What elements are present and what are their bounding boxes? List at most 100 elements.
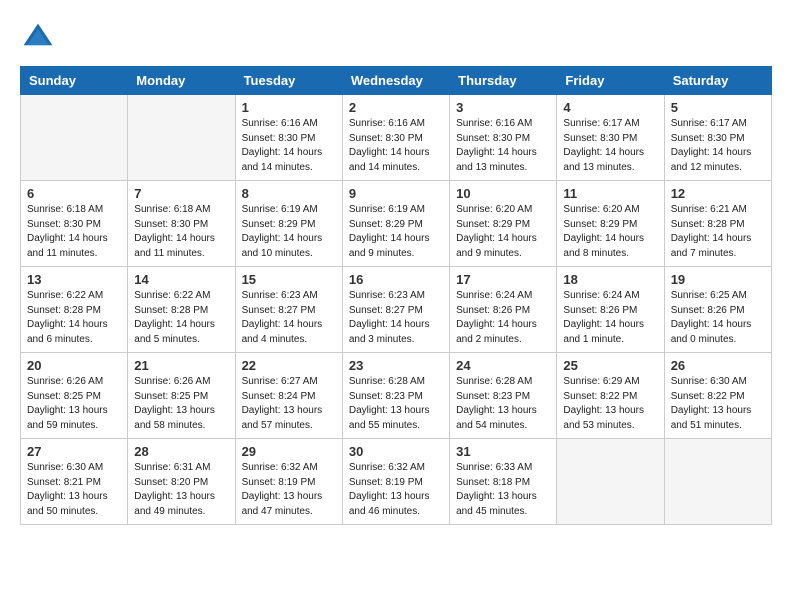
day-cell: 1 Sunrise: 6:16 AM Sunset: 8:30 PM Daylig… bbox=[235, 95, 342, 181]
day-info: Sunrise: 6:18 AM Sunset: 8:30 PM Dayligh… bbox=[27, 203, 121, 261]
week-row-3: 13 Sunrise: 6:22 AM Sunset: 8:28 PM Dayli… bbox=[21, 267, 772, 353]
logo bbox=[20, 20, 60, 56]
day-number: 10 bbox=[456, 186, 550, 201]
day-cell: 7 Sunrise: 6:18 AM Sunset: 8:30 PM Daylig… bbox=[128, 181, 235, 267]
weekday-friday: Friday bbox=[557, 67, 664, 95]
day-cell: 27Sunrise: 6:30 AM Sunset: 8:21 PM Dayli… bbox=[21, 439, 128, 525]
page-header bbox=[20, 20, 772, 56]
day-cell bbox=[128, 95, 235, 181]
day-number: 2 bbox=[349, 100, 443, 115]
day-cell: 30 Sunrise: 6:32 AM Sunset: 8:19 PM Dayli… bbox=[342, 439, 449, 525]
day-info: Sunrise: 6:30 AM Sunset: 8:22 PM Dayligh… bbox=[671, 375, 765, 433]
day-number: 21 bbox=[134, 358, 228, 373]
day-info: Sunrise: 6:32 AM Sunset: 8:19 PM Dayligh… bbox=[242, 461, 336, 519]
day-number: 22 bbox=[242, 358, 336, 373]
day-number: 11 bbox=[563, 186, 657, 201]
day-cell: 26Sunrise: 6:30 AM Sunset: 8:22 PM Dayli… bbox=[664, 353, 771, 439]
day-info: Sunrise: 6:32 AM Sunset: 8:19 PM Dayligh… bbox=[349, 461, 443, 519]
day-cell: 31 Sunrise: 6:33 AM Sunset: 8:18 PM Dayli… bbox=[450, 439, 557, 525]
day-cell: 22 Sunrise: 6:27 AM Sunset: 8:24 PM Dayli… bbox=[235, 353, 342, 439]
day-info: Sunrise: 6:20 AM Sunset: 8:29 PM Dayligh… bbox=[563, 203, 657, 261]
day-number: 31 bbox=[456, 444, 550, 459]
week-row-2: 6 Sunrise: 6:18 AM Sunset: 8:30 PM Daylig… bbox=[21, 181, 772, 267]
day-info: Sunrise: 6:16 AM Sunset: 8:30 PM Dayligh… bbox=[349, 117, 443, 175]
day-cell: 3Sunrise: 6:16 AM Sunset: 8:30 PM Daylig… bbox=[450, 95, 557, 181]
day-info: Sunrise: 6:28 AM Sunset: 8:23 PM Dayligh… bbox=[456, 375, 550, 433]
day-cell: 5 Sunrise: 6:17 AM Sunset: 8:30 PM Daylig… bbox=[664, 95, 771, 181]
day-info: Sunrise: 6:21 AM Sunset: 8:28 PM Dayligh… bbox=[671, 203, 765, 261]
day-info: Sunrise: 6:22 AM Sunset: 8:28 PM Dayligh… bbox=[134, 289, 228, 347]
weekday-sunday: Sunday bbox=[21, 67, 128, 95]
weekday-wednesday: Wednesday bbox=[342, 67, 449, 95]
calendar: SundayMondayTuesdayWednesdayThursdayFrid… bbox=[20, 66, 772, 525]
day-cell: 24 Sunrise: 6:28 AM Sunset: 8:23 PM Dayli… bbox=[450, 353, 557, 439]
day-cell: 10 Sunrise: 6:20 AM Sunset: 8:29 PM Dayli… bbox=[450, 181, 557, 267]
day-info: Sunrise: 6:28 AM Sunset: 8:23 PM Dayligh… bbox=[349, 375, 443, 433]
day-info: Sunrise: 6:17 AM Sunset: 8:30 PM Dayligh… bbox=[563, 117, 657, 175]
day-cell: 19 Sunrise: 6:25 AM Sunset: 8:26 PM Dayli… bbox=[664, 267, 771, 353]
day-info: Sunrise: 6:22 AM Sunset: 8:28 PM Dayligh… bbox=[27, 289, 121, 347]
day-cell: 16Sunrise: 6:23 AM Sunset: 8:27 PM Dayli… bbox=[342, 267, 449, 353]
day-number: 5 bbox=[671, 100, 765, 115]
day-cell: 18 Sunrise: 6:24 AM Sunset: 8:26 PM Dayli… bbox=[557, 267, 664, 353]
day-number: 1 bbox=[242, 100, 336, 115]
day-number: 29 bbox=[242, 444, 336, 459]
day-info: Sunrise: 6:24 AM Sunset: 8:26 PM Dayligh… bbox=[456, 289, 550, 347]
day-cell: 6 Sunrise: 6:18 AM Sunset: 8:30 PM Daylig… bbox=[21, 181, 128, 267]
day-number: 24 bbox=[456, 358, 550, 373]
day-number: 16 bbox=[349, 272, 443, 287]
day-info: Sunrise: 6:25 AM Sunset: 8:26 PM Dayligh… bbox=[671, 289, 765, 347]
week-row-4: 20 Sunrise: 6:26 AM Sunset: 8:25 PM Dayli… bbox=[21, 353, 772, 439]
day-info: Sunrise: 6:24 AM Sunset: 8:26 PM Dayligh… bbox=[563, 289, 657, 347]
day-cell: 23 Sunrise: 6:28 AM Sunset: 8:23 PM Dayli… bbox=[342, 353, 449, 439]
day-number: 30 bbox=[349, 444, 443, 459]
day-cell: 20Sunrise: 6:26 AM Sunset: 8:25 PM Dayli… bbox=[21, 353, 128, 439]
day-number: 13 bbox=[27, 272, 121, 287]
day-number: 17 bbox=[456, 272, 550, 287]
day-cell: 13 Sunrise: 6:22 AM Sunset: 8:28 PM Dayli… bbox=[21, 267, 128, 353]
weekday-header-row: SundayMondayTuesdayWednesdayThursdayFrid… bbox=[21, 67, 772, 95]
day-number: 28 bbox=[134, 444, 228, 459]
weekday-saturday: Saturday bbox=[664, 67, 771, 95]
day-number: 18 bbox=[563, 272, 657, 287]
day-cell: 21 Sunrise: 6:26 AM Sunset: 8:25 PM Dayli… bbox=[128, 353, 235, 439]
day-info: Sunrise: 6:26 AM Sunset: 8:25 PM Dayligh… bbox=[134, 375, 228, 433]
weekday-tuesday: Tuesday bbox=[235, 67, 342, 95]
day-cell: 8Sunrise: 6:19 AM Sunset: 8:29 PM Daylig… bbox=[235, 181, 342, 267]
day-number: 15 bbox=[242, 272, 336, 287]
day-cell: 28 Sunrise: 6:31 AM Sunset: 8:20 PM Dayli… bbox=[128, 439, 235, 525]
day-number: 23 bbox=[349, 358, 443, 373]
day-info: Sunrise: 6:16 AM Sunset: 8:30 PM Dayligh… bbox=[456, 117, 550, 175]
day-info: Sunrise: 6:18 AM Sunset: 8:30 PM Dayligh… bbox=[134, 203, 228, 261]
weekday-monday: Monday bbox=[128, 67, 235, 95]
day-number: 9 bbox=[349, 186, 443, 201]
day-number: 19 bbox=[671, 272, 765, 287]
day-cell: 9 Sunrise: 6:19 AM Sunset: 8:29 PM Daylig… bbox=[342, 181, 449, 267]
weekday-thursday: Thursday bbox=[450, 67, 557, 95]
day-info: Sunrise: 6:30 AM Sunset: 8:21 PM Dayligh… bbox=[27, 461, 121, 519]
day-number: 6 bbox=[27, 186, 121, 201]
day-info: Sunrise: 6:33 AM Sunset: 8:18 PM Dayligh… bbox=[456, 461, 550, 519]
day-number: 8 bbox=[242, 186, 336, 201]
day-cell bbox=[557, 439, 664, 525]
day-info: Sunrise: 6:16 AM Sunset: 8:30 PM Dayligh… bbox=[242, 117, 336, 175]
day-info: Sunrise: 6:17 AM Sunset: 8:30 PM Dayligh… bbox=[671, 117, 765, 175]
day-cell: 15Sunrise: 6:23 AM Sunset: 8:27 PM Dayli… bbox=[235, 267, 342, 353]
day-info: Sunrise: 6:31 AM Sunset: 8:20 PM Dayligh… bbox=[134, 461, 228, 519]
day-cell: 29 Sunrise: 6:32 AM Sunset: 8:19 PM Dayli… bbox=[235, 439, 342, 525]
day-number: 7 bbox=[134, 186, 228, 201]
day-cell: 25Sunrise: 6:29 AM Sunset: 8:22 PM Dayli… bbox=[557, 353, 664, 439]
day-info: Sunrise: 6:19 AM Sunset: 8:29 PM Dayligh… bbox=[349, 203, 443, 261]
calendar-body: 1 Sunrise: 6:16 AM Sunset: 8:30 PM Daylig… bbox=[21, 95, 772, 525]
day-number: 14 bbox=[134, 272, 228, 287]
logo-icon bbox=[20, 20, 56, 56]
day-info: Sunrise: 6:27 AM Sunset: 8:24 PM Dayligh… bbox=[242, 375, 336, 433]
day-number: 20 bbox=[27, 358, 121, 373]
day-cell: 12Sunrise: 6:21 AM Sunset: 8:28 PM Dayli… bbox=[664, 181, 771, 267]
day-cell: 11 Sunrise: 6:20 AM Sunset: 8:29 PM Dayli… bbox=[557, 181, 664, 267]
day-cell: 14 Sunrise: 6:22 AM Sunset: 8:28 PM Dayli… bbox=[128, 267, 235, 353]
day-cell: 17 Sunrise: 6:24 AM Sunset: 8:26 PM Dayli… bbox=[450, 267, 557, 353]
week-row-1: 1 Sunrise: 6:16 AM Sunset: 8:30 PM Daylig… bbox=[21, 95, 772, 181]
day-info: Sunrise: 6:20 AM Sunset: 8:29 PM Dayligh… bbox=[456, 203, 550, 261]
week-row-5: 27Sunrise: 6:30 AM Sunset: 8:21 PM Dayli… bbox=[21, 439, 772, 525]
